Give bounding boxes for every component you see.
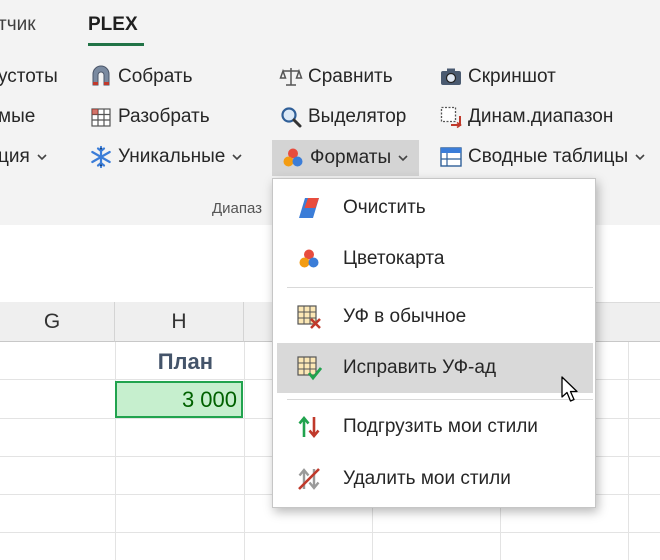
menu-item-load-styles[interactable]: Подгрузить мои стили	[277, 402, 593, 452]
menu-item-colormap[interactable]: Цветокарта	[277, 234, 593, 284]
compare-label: Сравнить	[308, 66, 393, 87]
column-header-h[interactable]: H	[115, 302, 244, 342]
unique-label: Уникальные	[118, 146, 226, 167]
scales-icon	[278, 64, 304, 90]
highlighter-button[interactable]: Выделятор	[278, 101, 406, 133]
color-dots-icon	[295, 245, 323, 273]
arrows-updown-icon	[295, 413, 323, 441]
tab-developer[interactable]: тчик	[0, 14, 36, 36]
camera-icon	[438, 64, 464, 90]
tab-plex[interactable]: PLEX	[88, 14, 138, 36]
screenshot-label: Скриншот	[468, 66, 556, 87]
dynrange-label: Динам.диапазон	[468, 106, 614, 127]
gridline	[628, 342, 629, 560]
menu-item-delete-styles-label: Удалить мои стили	[343, 468, 511, 489]
menu-item-delete-styles[interactable]: Удалить мои стили	[277, 454, 593, 504]
chevron-down-icon	[398, 155, 408, 162]
pivot-label: Сводные таблицы	[468, 146, 629, 167]
dynamic-range-icon	[438, 104, 464, 130]
menu-item-load-styles-label: Подгрузить мои стили	[343, 416, 538, 437]
ribbon-btn-col0-2[interactable]: мые	[0, 101, 35, 133]
collect-button[interactable]: Собрать	[88, 61, 193, 93]
compare-button[interactable]: Сравнить	[278, 61, 393, 93]
magnet-icon	[88, 64, 114, 90]
gridline	[0, 532, 660, 533]
ribbon-btn-empty-label: устоты	[0, 66, 58, 87]
chevron-down-icon	[37, 154, 47, 161]
active-tab-indicator	[88, 43, 144, 46]
menu-item-clear-label: Очистить	[343, 197, 426, 218]
ribbon-btn-col0-2-label: мые	[0, 106, 36, 127]
cell-h-selected-value[interactable]: 3 000	[115, 381, 243, 418]
menu-item-colormap-label: Цветокарта	[343, 248, 445, 269]
split-label: Разобрать	[118, 106, 210, 127]
grid-check-icon	[295, 354, 323, 382]
color-dots-icon	[280, 145, 306, 171]
chevron-down-icon	[635, 154, 645, 161]
collect-label: Собрать	[118, 66, 193, 87]
screenshot-button[interactable]: Скриншот	[438, 61, 556, 93]
column-header-g[interactable]: G	[0, 302, 115, 342]
mouse-cursor-icon	[561, 376, 578, 402]
dynrange-button[interactable]: Динам.диапазон	[438, 101, 613, 133]
menu-separator	[287, 287, 593, 288]
gridline	[244, 342, 245, 560]
eraser-icon	[295, 194, 323, 222]
menu-separator	[287, 399, 593, 400]
highlighter-label: Выделятор	[308, 106, 407, 127]
cell-h-plan-header[interactable]: План	[116, 345, 243, 378]
pivot-button[interactable]: Сводные таблицы	[438, 141, 646, 173]
magnifier-icon	[278, 104, 304, 130]
ribbon-btn-empty[interactable]: устоты	[0, 61, 58, 93]
ribbon-btn-col0-3-label: ция	[0, 146, 30, 167]
ribbon-btn-col0-3[interactable]: ция	[0, 141, 48, 173]
arrows-strike-icon	[295, 465, 323, 493]
chevron-down-icon	[232, 154, 242, 161]
menu-item-fix-cf[interactable]: Исправить УФ-ад	[277, 343, 593, 393]
menu-item-cf-to-normal-label: УФ в обычное	[343, 306, 467, 327]
ribbon-group-label: Диапаз	[212, 200, 263, 217]
formats-button[interactable]: Форматы	[272, 140, 420, 176]
split-button[interactable]: Разобрать	[88, 101, 210, 133]
menu-item-fix-cf-label: Исправить УФ-ад	[343, 357, 497, 378]
grid-split-icon	[88, 104, 114, 130]
menu-item-cf-to-normal[interactable]: УФ в обычное	[277, 292, 593, 342]
pivot-table-icon	[438, 144, 464, 170]
snowflake-icon	[88, 144, 114, 170]
menu-item-clear[interactable]: Очистить	[277, 183, 593, 233]
grid-x-icon	[295, 303, 323, 331]
formats-dropdown-menu: Очистить Цветокарта УФ в обычное Исправи…	[272, 178, 596, 508]
formats-label: Форматы	[310, 147, 392, 168]
unique-button[interactable]: Уникальные	[88, 141, 243, 173]
